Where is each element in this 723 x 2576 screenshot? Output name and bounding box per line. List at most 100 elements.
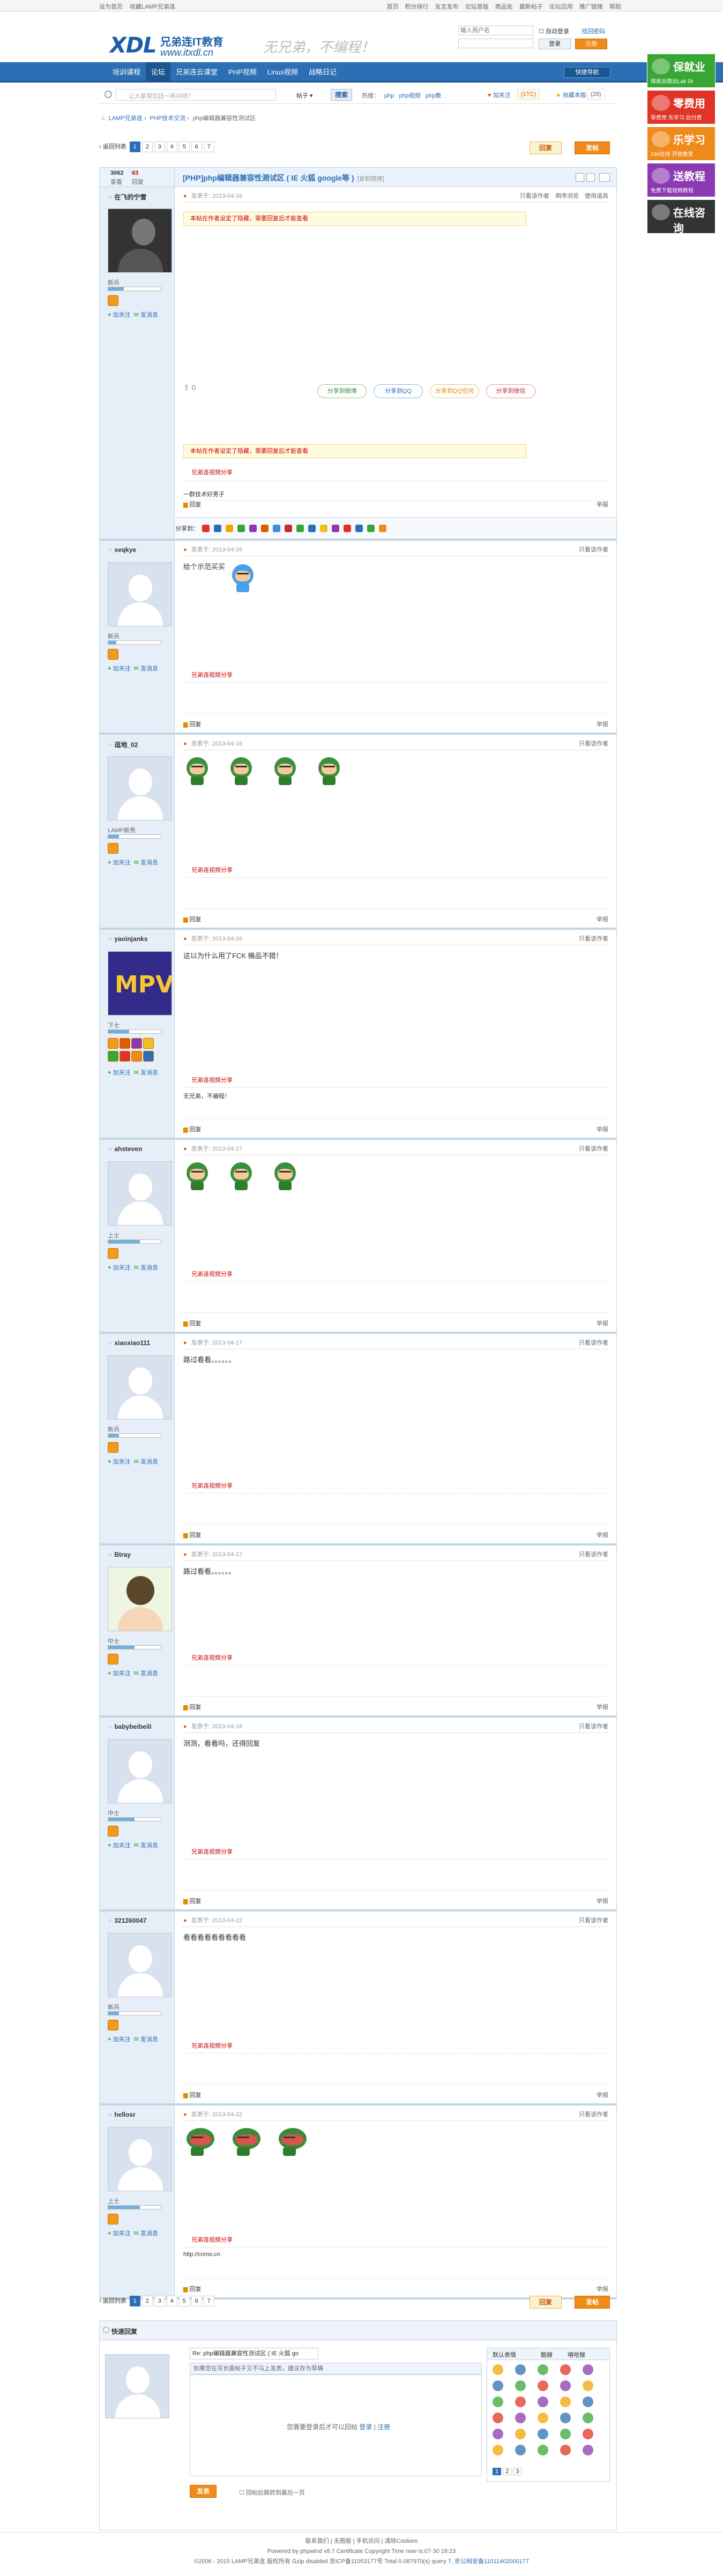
avatar[interactable] bbox=[108, 562, 172, 626]
author-name[interactable]: ♂ hellosr bbox=[108, 2111, 136, 2118]
copy-link[interactable]: [复制链接] bbox=[357, 176, 384, 182]
emoji-icon[interactable] bbox=[538, 2380, 548, 2391]
share-service-icon[interactable] bbox=[237, 525, 245, 532]
reply-link[interactable]: ▆ 回复 bbox=[183, 1530, 202, 1539]
share-weibo-button[interactable]: 分享到微博 bbox=[317, 384, 367, 398]
send-message-button[interactable]: ✉ 发消息 bbox=[134, 860, 158, 866]
send-message-button[interactable]: ✉ 发消息 bbox=[134, 312, 158, 318]
author-name[interactable]: ♂ 321260047 bbox=[108, 1917, 146, 1924]
only-author-link[interactable]: 只看该作者 bbox=[579, 1722, 608, 1730]
promo-link[interactable]: 兄弟连视频分享 bbox=[191, 1653, 233, 1662]
follow-user-button[interactable]: + 加关注 bbox=[108, 1842, 131, 1849]
follow-user-button[interactable]: + 加关注 bbox=[108, 1070, 131, 1076]
send-message-button[interactable]: ✉ 发消息 bbox=[134, 1459, 158, 1465]
page-link[interactable]: 2 bbox=[141, 2296, 153, 2306]
report-link[interactable]: 举报 bbox=[597, 2090, 608, 2099]
page-link[interactable]: 5 bbox=[178, 2296, 190, 2306]
share-service-icon[interactable] bbox=[379, 525, 386, 532]
page-link[interactable]: 4 bbox=[166, 2296, 177, 2306]
nav-item-courses[interactable]: 培训课程 bbox=[107, 62, 146, 83]
emoji-icon[interactable] bbox=[493, 2429, 503, 2439]
register-link[interactable]: 注册 bbox=[377, 2423, 390, 2431]
page-link[interactable]: 2 bbox=[141, 141, 153, 152]
author-name[interactable]: ♂ Btray bbox=[108, 1551, 131, 1558]
emoji-tab[interactable]: 嘻哈猴 bbox=[568, 2350, 585, 2359]
only-author-link[interactable]: 只看该作者 bbox=[579, 545, 608, 554]
send-message-button[interactable]: ✉ 发消息 bbox=[134, 2036, 158, 2043]
send-message-button[interactable]: ✉ 发消息 bbox=[134, 1265, 158, 1271]
forgot-password-link[interactable]: 找回密码 bbox=[582, 27, 605, 35]
emoji-icon[interactable] bbox=[515, 2413, 526, 2423]
only-author-link[interactable]: 只看该作者 bbox=[579, 1916, 608, 1924]
only-author-link[interactable]: 只看该作者 bbox=[579, 1144, 608, 1153]
emoji-icon[interactable] bbox=[538, 2396, 548, 2407]
author-name[interactable]: ♂ ahsteven bbox=[108, 1145, 142, 1153]
hot-search-link[interactable]: php教 bbox=[426, 93, 441, 99]
top-link-apps[interactable]: 论坛应用 bbox=[549, 4, 573, 10]
emoji-icon[interactable] bbox=[583, 2380, 593, 2391]
emoji-icon[interactable] bbox=[515, 2445, 526, 2455]
reply-button[interactable]: 回复 bbox=[530, 2296, 562, 2309]
share-service-icon[interactable] bbox=[226, 525, 233, 532]
avatar[interactable] bbox=[108, 208, 172, 273]
emoji-icon[interactable] bbox=[583, 2429, 593, 2439]
follow-user-button[interactable]: + 加关注 bbox=[108, 312, 131, 318]
page-link[interactable]: 3 bbox=[154, 2296, 165, 2306]
emoji-icon[interactable] bbox=[560, 2380, 571, 2391]
submit-reply-button[interactable]: 发表 bbox=[190, 2485, 217, 2498]
emoji-icon[interactable] bbox=[560, 2413, 571, 2423]
emoji-icon[interactable] bbox=[538, 2413, 548, 2423]
only-author-link[interactable]: 只看该作者 bbox=[579, 1338, 608, 1347]
autologin-checkbox[interactable]: ☐ 自动登录 bbox=[539, 27, 569, 35]
page-link[interactable]: 6 bbox=[191, 141, 202, 152]
print-icon[interactable] bbox=[599, 173, 610, 182]
reply-link[interactable]: ▆ 回复 bbox=[183, 500, 202, 509]
emoji-tab[interactable]: 酷猴 bbox=[541, 2350, 553, 2359]
back-to-list-link[interactable]: ‹ 返回列表 bbox=[99, 2296, 126, 2306]
nav-item-php-video[interactable]: PHP视频 bbox=[223, 62, 262, 83]
emoji-icon[interactable] bbox=[583, 2445, 593, 2455]
promo-link[interactable]: 兄弟连视频分享 bbox=[191, 1270, 233, 1278]
emoji-icon[interactable] bbox=[583, 2413, 593, 2423]
send-message-button[interactable]: ✉ 发消息 bbox=[134, 666, 158, 672]
login-button[interactable]: 登录 bbox=[539, 39, 571, 49]
avatar[interactable]: MPV bbox=[108, 951, 172, 1016]
new-thread-button[interactable]: 发帖 bbox=[575, 2296, 610, 2309]
emoji-icon[interactable] bbox=[515, 2364, 526, 2375]
share-wechat-button[interactable]: 分享到微信 bbox=[486, 384, 535, 398]
side-ad-banner[interactable]: 零费用 零费用 先学习 后付费 bbox=[647, 90, 715, 124]
share-service-icon[interactable] bbox=[202, 525, 210, 532]
follow-forum-button[interactable]: ♥ 加关注 bbox=[488, 91, 511, 99]
reply-link[interactable]: ▆ 回复 bbox=[183, 2090, 202, 2099]
share-service-icon[interactable] bbox=[285, 525, 292, 532]
footer-link[interactable]: 无图版 bbox=[334, 2538, 352, 2544]
send-message-button[interactable]: ✉ 发消息 bbox=[134, 1842, 158, 1849]
author-name[interactable]: ♂ 逗地_02 bbox=[108, 740, 138, 749]
avatar[interactable] bbox=[108, 1355, 172, 1420]
breadcrumb-item[interactable]: LAMP兄弟连 bbox=[109, 115, 143, 122]
like-button[interactable]: ⇪ 0 bbox=[183, 383, 196, 392]
report-link[interactable]: 举报 bbox=[597, 500, 608, 509]
promo-link[interactable]: 兄弟连视频分享 bbox=[191, 1076, 233, 1084]
emoji-icon[interactable] bbox=[515, 2429, 526, 2439]
emoji-icon[interactable] bbox=[560, 2396, 571, 2407]
set-homepage-link[interactable]: 设为首页 bbox=[99, 4, 123, 10]
side-ad-banner[interactable]: 在线咨询 bbox=[647, 199, 715, 235]
follow-user-button[interactable]: + 加关注 bbox=[108, 666, 131, 672]
share-service-icon[interactable] bbox=[332, 525, 339, 532]
share-service-icon[interactable] bbox=[296, 525, 304, 532]
emoji-icon[interactable] bbox=[583, 2396, 593, 2407]
promo-link[interactable]: 兄弟连视频分享 bbox=[191, 2041, 233, 2050]
send-message-button[interactable]: ✉ 发消息 bbox=[134, 2230, 158, 2237]
page-link[interactable]: 7 bbox=[203, 141, 214, 152]
icp-link[interactable]: 京公网安备11011402000177 bbox=[454, 2558, 529, 2565]
emoji-icon[interactable] bbox=[560, 2364, 571, 2375]
page-link[interactable]: 1 bbox=[493, 2468, 502, 2475]
promo-link[interactable]: 兄弟连视频分享 bbox=[191, 2235, 233, 2244]
register-button[interactable]: 注册 bbox=[575, 39, 607, 49]
top-link-rank[interactable]: 积分排行 bbox=[405, 4, 429, 10]
report-link[interactable]: 举报 bbox=[597, 1125, 608, 1133]
report-link[interactable]: 举报 bbox=[597, 720, 608, 728]
avatar[interactable] bbox=[108, 1161, 172, 1226]
avatar[interactable] bbox=[108, 756, 172, 820]
